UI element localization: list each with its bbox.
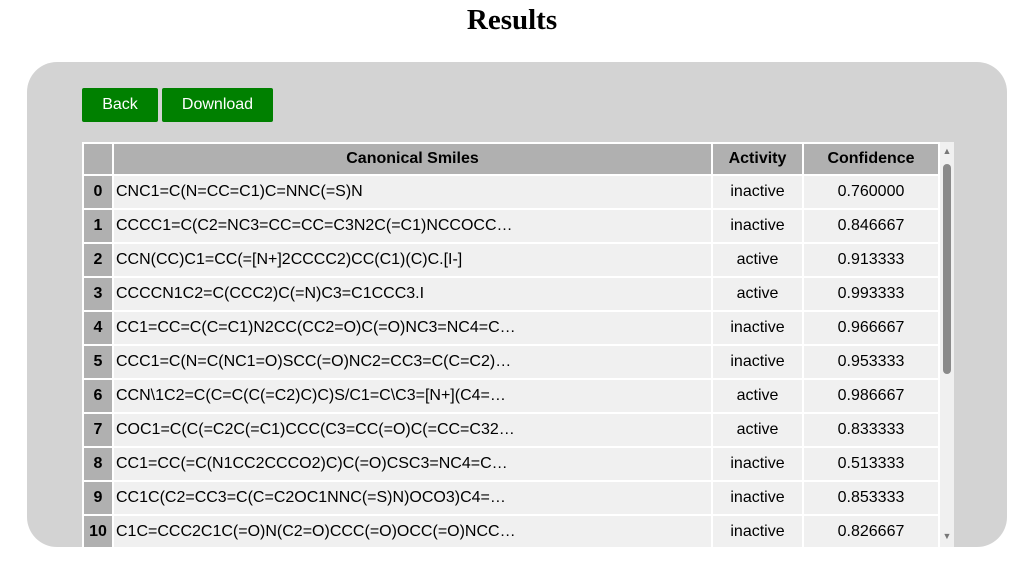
table-row: 0 CNC1=C(N=CC=C1)C=NNC(=S)N inactive 0.7600… [84,176,938,208]
table-row: 1 CCCC1=C(C2=NC3=CC=CC=C3N2C(=C1)NCCOCC… i… [84,210,938,242]
vertical-scrollbar[interactable]: ▲ ▼ [940,142,954,547]
row-index: 10 [84,516,112,547]
table-row: 10 C1C=CCC2C1C(=O)N(C2=O)CCC(=O)OCC(=O)NC… [84,516,938,547]
scroll-thumb[interactable] [943,164,951,374]
smiles-cell: CCN(CC)C1=CC(=[N+]2CCCC2)CC(C1)(C)C.[I-] [114,244,711,276]
scroll-up-icon[interactable]: ▲ [940,144,954,158]
smiles-cell: CC1=CC=C(C=C1)N2CC(CC2=O)C(=O)NC3=NC4=C… [114,312,711,344]
smiles-cell: COC1=C(C(=C2C(=C1)CCC(C3=CC(=O)C(=CC=C32… [114,414,711,446]
download-button[interactable]: Download [162,88,273,122]
confidence-cell: 0.853333 [804,482,938,514]
activity-cell: active [713,380,802,412]
confidence-cell: 0.826667 [804,516,938,547]
activity-column-header: Activity [713,144,802,174]
smiles-cell: CC1C(C2=CC3=C(C=C2OC1NNC(=S)N)OCO3)C4=… [114,482,711,514]
activity-cell: active [713,414,802,446]
row-index: 7 [84,414,112,446]
table-row: 4 CC1=CC=C(C=C1)N2CC(CC2=O)C(=O)NC3=NC4=C… [84,312,938,344]
row-index: 6 [84,380,112,412]
activity-cell: active [713,244,802,276]
table-row: 5 CCC1=C(N=C(NC1=O)SCC(=O)NC2=CC3=C(C=C2)… [84,346,938,378]
row-index: 4 [84,312,112,344]
row-index: 0 [84,176,112,208]
activity-cell: inactive [713,176,802,208]
confidence-column-header: Confidence [804,144,938,174]
confidence-cell: 0.846667 [804,210,938,242]
activity-cell: inactive [713,346,802,378]
table-row: 8 CC1=CC(=C(N1CC2CCCO2)C)C(=O)CSC3=NC4=C…… [84,448,938,480]
smiles-column-header: Canonical Smiles [114,144,711,174]
results-table: Canonical Smiles Activity Confidence 0 CN… [82,142,940,547]
smiles-cell: CNC1=C(N=CC=C1)C=NNC(=S)N [114,176,711,208]
smiles-cell: C1C=CCC2C1C(=O)N(C2=O)CCC(=O)OCC(=O)NCC… [114,516,711,547]
table-header-row: Canonical Smiles Activity Confidence [84,144,938,174]
index-column-header [84,144,112,174]
confidence-cell: 0.953333 [804,346,938,378]
scroll-down-icon[interactable]: ▼ [940,529,954,543]
back-button[interactable]: Back [82,88,158,122]
table-row: 3 CCCCN1C2=C(CCC2)C(=N)C3=C1CCC3.I active 0… [84,278,938,310]
activity-cell: active [713,278,802,310]
results-panel: Back Download Canonical Smiles Activity … [27,62,1007,547]
row-index: 8 [84,448,112,480]
smiles-cell: CC1=CC(=C(N1CC2CCCO2)C)C(=O)CSC3=NC4=C… [114,448,711,480]
row-index: 1 [84,210,112,242]
table-row: 6 CCN\1C2=C(C=C(C(=C2)C)C)S/C1=C\C3=[N+](… [84,380,938,412]
activity-cell: inactive [713,448,802,480]
table-row: 2 CCN(CC)C1=CC(=[N+]2CCCC2)CC(C1)(C)C.[I-… [84,244,938,276]
row-index: 2 [84,244,112,276]
activity-cell: inactive [713,516,802,547]
smiles-cell: CCCCN1C2=C(CCC2)C(=N)C3=C1CCC3.I [114,278,711,310]
smiles-cell: CCCC1=C(C2=NC3=CC=CC=C3N2C(=C1)NCCOCC… [114,210,711,242]
row-index: 3 [84,278,112,310]
page-title: Results [466,4,558,36]
row-index: 9 [84,482,112,514]
results-table-container[interactable]: Canonical Smiles Activity Confidence 0 CN… [82,142,954,547]
table-row: 9 CC1C(C2=CC3=C(C=C2OC1NNC(=S)N)OCO3)C4=…… [84,482,938,514]
smiles-cell: CCC1=C(N=C(NC1=O)SCC(=O)NC2=CC3=C(C=C2)… [114,346,711,378]
table-row: 7 COC1=C(C(=C2C(=C1)CCC(C3=CC(=O)C(=CC=C3… [84,414,938,446]
confidence-cell: 0.833333 [804,414,938,446]
confidence-cell: 0.966667 [804,312,938,344]
activity-cell: inactive [713,210,802,242]
confidence-cell: 0.993333 [804,278,938,310]
activity-cell: inactive [713,312,802,344]
confidence-cell: 0.760000 [804,176,938,208]
smiles-cell: CCN\1C2=C(C=C(C(=C2)C)C)S/C1=C\C3=[N+](C… [114,380,711,412]
confidence-cell: 0.513333 [804,448,938,480]
confidence-cell: 0.913333 [804,244,938,276]
row-index: 5 [84,346,112,378]
confidence-cell: 0.986667 [804,380,938,412]
activity-cell: inactive [713,482,802,514]
